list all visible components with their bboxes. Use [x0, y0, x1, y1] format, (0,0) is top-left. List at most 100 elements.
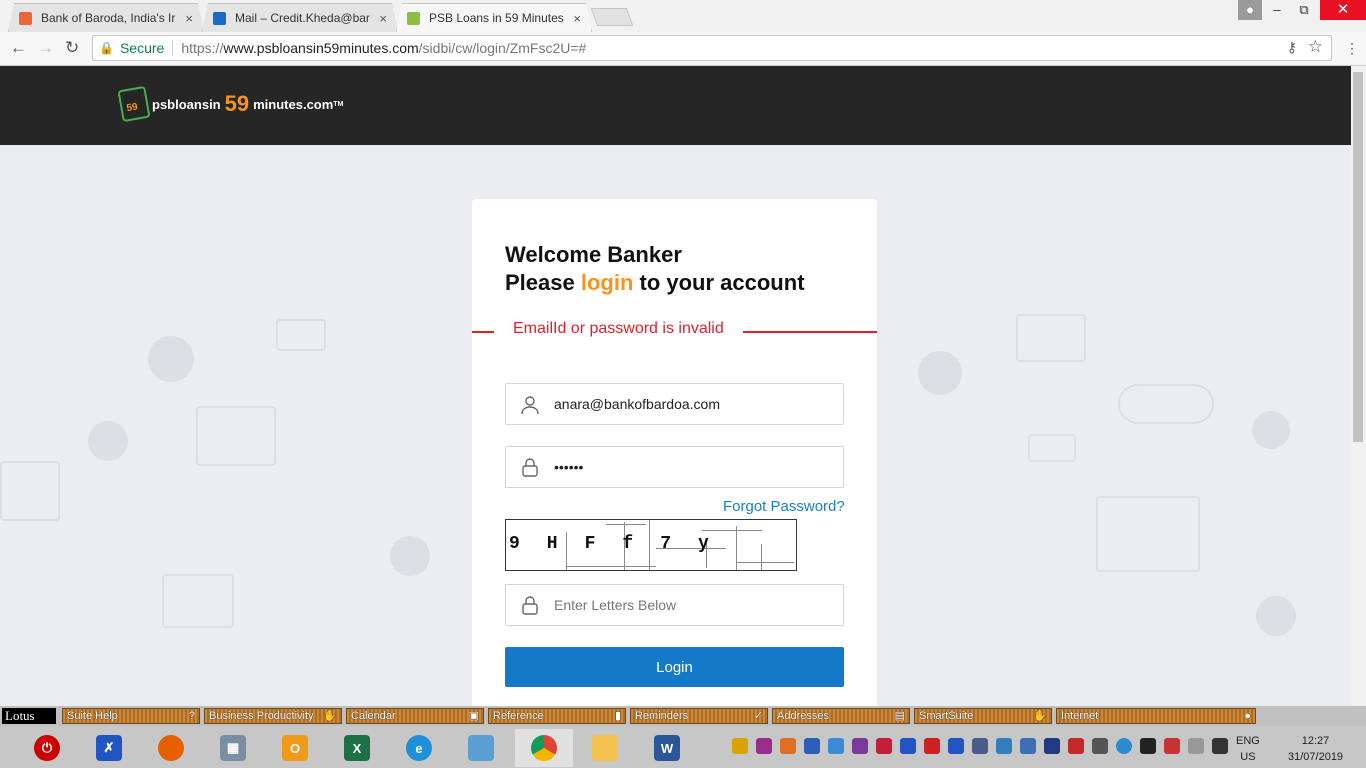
bookmark-star-icon[interactable]: ☆	[1308, 37, 1323, 57]
tray-app-icon[interactable]	[756, 738, 772, 754]
tray-app-icon[interactable]	[1164, 738, 1180, 754]
lock-icon	[522, 596, 538, 615]
logo-trademark: TM	[333, 100, 344, 108]
tray-network-icon[interactable]	[804, 738, 820, 754]
chrome-icon	[531, 735, 557, 761]
tray-app-icon[interactable]	[948, 738, 964, 754]
captcha-input[interactable]	[554, 585, 834, 625]
chrome-app[interactable]	[515, 729, 573, 767]
logo-number: 59	[224, 91, 250, 116]
lotus-business-productivity[interactable]: Business Productivity ✋	[204, 708, 342, 724]
email-field[interactable]	[505, 383, 844, 425]
tray-app-icon[interactable]	[1116, 738, 1132, 754]
globe-icon: ●	[1244, 710, 1251, 722]
car-icon	[1118, 384, 1214, 424]
tab-mail[interactable]: Mail – Credit.Kheda@bar ×	[202, 3, 398, 32]
forward-arrow-icon[interactable]: →	[37, 38, 54, 58]
excel-app[interactable]: X	[330, 729, 384, 767]
tray-app-icon[interactable]	[972, 738, 988, 754]
login-card: Welcome Banker Please login to your acco…	[472, 199, 877, 706]
forgot-password-link[interactable]: Forgot Password?	[723, 498, 845, 515]
word-app[interactable]: W	[640, 729, 694, 767]
tray-app-icon[interactable]	[924, 738, 940, 754]
paint-app[interactable]: ✗	[82, 729, 136, 767]
address-bar[interactable]: 🔒 Secure https://www.psbloansin59minutes…	[92, 35, 1332, 61]
input-language[interactable]: ENG US	[1236, 733, 1260, 765]
back-arrow-icon[interactable]: ←	[10, 38, 27, 58]
restore-icon[interactable]: ⧉	[1290, 0, 1318, 20]
logo-badge-icon: 59	[117, 85, 151, 123]
tray-app-icon[interactable]	[1092, 738, 1108, 754]
coin-icon	[88, 421, 128, 461]
close-tab-icon[interactable]: ×	[379, 11, 387, 26]
close-tab-icon[interactable]: ×	[573, 11, 581, 26]
word-icon: W	[654, 735, 680, 761]
file-explorer-app[interactable]	[578, 729, 632, 767]
rupee-person-icon	[918, 351, 962, 395]
tray-app-icon[interactable]	[1212, 738, 1228, 754]
captcha-field[interactable]	[505, 584, 844, 626]
tray-app-icon[interactable]	[828, 738, 844, 754]
tray-app-icon[interactable]	[876, 738, 892, 754]
firefox-icon	[158, 735, 184, 761]
lotus-calendar[interactable]: Calendar ▣	[346, 708, 484, 724]
folder-icon	[592, 735, 618, 761]
excel-icon: X	[344, 735, 370, 761]
new-tab-button[interactable]	[590, 8, 634, 26]
logo-text-pre: psbloansin	[152, 96, 221, 112]
tray-app-icon[interactable]	[780, 738, 796, 754]
lotus-reminders[interactable]: Reminders ✓	[630, 708, 768, 724]
minimize-icon[interactable]: –	[1264, 0, 1290, 20]
paint-icon: ✗	[96, 735, 122, 761]
email-input[interactable]	[554, 384, 834, 424]
hand-icon: ✋	[323, 710, 337, 722]
tab-bank-of-baroda[interactable]: Bank of Baroda, India's Ir ×	[8, 3, 204, 32]
url-text[interactable]: https://www.psbloansin59minutes.com/sidb…	[181, 40, 586, 56]
calculator-app[interactable]: ▦	[206, 729, 260, 767]
key-icon[interactable]: ⚷	[1287, 39, 1297, 56]
divider	[172, 40, 174, 56]
window-app[interactable]	[454, 729, 508, 767]
tray-onenote-icon[interactable]	[852, 738, 868, 754]
tray-shield-icon[interactable]	[732, 738, 748, 754]
close-tab-icon[interactable]: ×	[185, 11, 193, 26]
vertical-scrollbar[interactable]	[1351, 66, 1366, 706]
tray-app-icon[interactable]	[1044, 738, 1060, 754]
book-icon: ▮	[614, 710, 621, 722]
lotus-reference[interactable]: Reference ▮	[488, 708, 626, 724]
url-path: /sidbi/cw/login/ZmFsc2U=#	[418, 40, 587, 56]
close-window-icon[interactable]: ✕	[1320, 0, 1366, 20]
tray-app-icon[interactable]	[1140, 738, 1156, 754]
tray-app-icon[interactable]	[1068, 738, 1084, 754]
lotus-menu-button[interactable]: Lotus	[2, 708, 56, 724]
error-message: EmailId or password is invalid	[494, 320, 743, 338]
firefox-app[interactable]	[144, 729, 198, 767]
volume-muted-icon[interactable]	[1188, 738, 1204, 754]
tray-app-icon[interactable]	[1020, 738, 1036, 754]
user-profile-icon[interactable]: ●	[1238, 0, 1262, 20]
outlook-app[interactable]: O	[268, 729, 322, 767]
browser-menu-icon[interactable]: ⋮	[1345, 40, 1359, 57]
power-app[interactable]: ⏻	[20, 729, 74, 767]
site-logo[interactable]: 59 psbloansin 59 minutes.com TM	[117, 85, 344, 123]
lotus-addresses[interactable]: Addresses ▤	[772, 708, 910, 724]
password-field[interactable]	[505, 446, 844, 488]
tray-app-icon[interactable]	[996, 738, 1012, 754]
person-rupee-icon	[148, 336, 194, 382]
user-icon	[521, 396, 539, 415]
lotus-smartsuite[interactable]: SmartSuite ✋	[914, 708, 1052, 724]
psb-favicon-icon	[407, 12, 420, 25]
scrollbar-thumb[interactable]	[1353, 72, 1363, 442]
help-icon: ?	[188, 710, 195, 722]
internet-explorer-app[interactable]: e	[392, 729, 446, 767]
tab-psb-loans[interactable]: PSB Loans in 59 Minutes ×	[396, 3, 592, 32]
password-input[interactable]	[554, 447, 834, 487]
login-button[interactable]: Login	[505, 647, 844, 687]
system-clock[interactable]: 12:27 31/07/2019	[1288, 733, 1343, 765]
tray-app-icon[interactable]	[900, 738, 916, 754]
shop-icon	[196, 406, 276, 466]
card-icon	[276, 319, 326, 351]
lotus-suite-help[interactable]: Suite Help?	[62, 708, 200, 724]
lotus-internet[interactable]: Internet ●	[1056, 708, 1256, 724]
reload-icon[interactable]: ↻	[65, 38, 79, 58]
